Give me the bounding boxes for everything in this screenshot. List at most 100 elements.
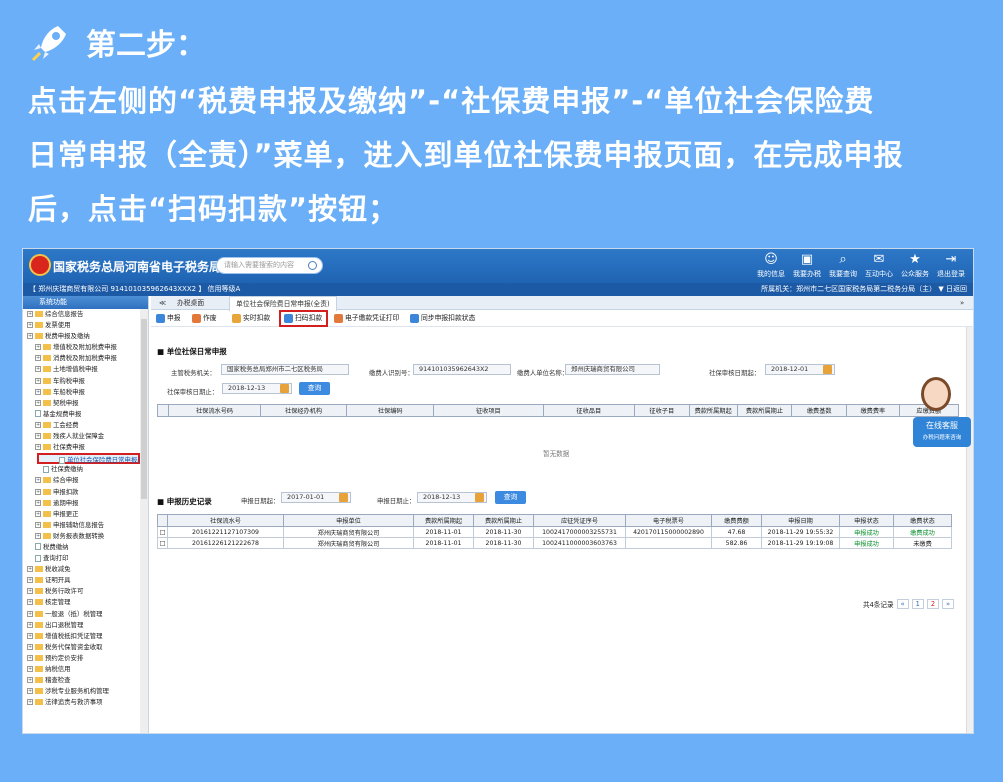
- daily-query-button[interactable]: 查询: [299, 382, 330, 395]
- sidebar-item[interactable]: + 车购税申报: [23, 376, 148, 387]
- sidebar-item[interactable]: 查询打印: [23, 553, 148, 564]
- sidebar-item[interactable]: + 出口退税管理: [23, 620, 148, 631]
- calendar-icon[interactable]: [823, 365, 832, 374]
- office-info[interactable]: 所属机关：郑州市二七区国家税务局第二税务分局（主） ▼ 日返回: [761, 283, 967, 296]
- sidebar-item[interactable]: + 消费税及附加税费申报: [23, 353, 148, 364]
- sidebar-item[interactable]: + 申报辅助信息报告: [23, 520, 148, 531]
- sidebar-item[interactable]: + 社保费申报: [23, 442, 148, 453]
- sidebar-item[interactable]: + 综合申报: [23, 475, 148, 486]
- expand-icon[interactable]: +: [35, 433, 41, 440]
- expand-icon[interactable]: +: [27, 632, 33, 639]
- row-checkbox[interactable]: □: [157, 526, 168, 538]
- expand-icon[interactable]: +: [35, 532, 41, 539]
- expand-icon[interactable]: +: [27, 610, 33, 617]
- expand-icon[interactable]: +: [35, 388, 41, 395]
- sidebar-item[interactable]: + 财务报表数据转换: [23, 531, 148, 542]
- tab-current[interactable]: 单位社会保险费日常申报(全责): [229, 296, 337, 311]
- history-query-button[interactable]: 查询: [495, 491, 526, 504]
- search-icon[interactable]: [308, 261, 317, 270]
- sidebar-item[interactable]: + 契税申报: [23, 398, 148, 409]
- taxpayer-id-field[interactable]: 914101035962643X2: [413, 364, 511, 375]
- scan-deduct-button[interactable]: 扫码扣款: [279, 310, 329, 327]
- expand-icon[interactable]: +: [27, 566, 33, 573]
- scroll-thumb[interactable]: [141, 319, 147, 499]
- row-checkbox[interactable]: □: [157, 537, 168, 549]
- expand-icon[interactable]: +: [35, 488, 41, 495]
- expand-icon[interactable]: +: [35, 377, 41, 384]
- sidebar-item[interactable]: + 税收减免: [23, 564, 148, 575]
- sidebar-item[interactable]: + 一般退（抵）税管理: [23, 609, 148, 620]
- calendar-icon[interactable]: [339, 493, 348, 502]
- sidebar-item[interactable]: + 车船税申报: [23, 387, 148, 398]
- nav-query[interactable]: ⌕ 我要查询: [825, 251, 861, 281]
- sidebar-item[interactable]: + 增值税及附加税费申报: [23, 342, 148, 353]
- table-row[interactable]: □ 20161221127107309 郑州庆瑞商贸有限公司 2018-11-0…: [157, 526, 952, 538]
- expand-icon[interactable]: +: [35, 510, 41, 517]
- sidebar-item[interactable]: + 税费申报及缴纳: [23, 331, 148, 342]
- sidebar-item[interactable]: + 土地增值税申报: [23, 364, 148, 375]
- nav-my-info[interactable]: ☺ 我的信息: [753, 251, 789, 281]
- tax-office-field[interactable]: 国家税务总局郑州市二七区税务局: [221, 364, 349, 375]
- print-voucher-button[interactable]: 电子缴款凭证打印: [333, 312, 399, 325]
- expand-icon[interactable]: +: [35, 521, 41, 528]
- expand-icon[interactable]: +: [27, 577, 33, 584]
- expand-icon[interactable]: +: [35, 366, 41, 373]
- table-row[interactable]: □ 20161226121222678 郑州庆瑞商贸有限公司 2018-11-0…: [157, 537, 952, 549]
- expand-icon[interactable]: +: [35, 444, 41, 451]
- declare-button[interactable]: 申报: [155, 312, 181, 325]
- expand-icon[interactable]: +: [27, 677, 33, 684]
- nav-interact[interactable]: ✉ 互动中心: [861, 251, 897, 281]
- sidebar-item[interactable]: + 逾期申报: [23, 498, 148, 509]
- sidebar-item[interactable]: + 证明开具: [23, 575, 148, 586]
- sync-status-button[interactable]: 同步申报扣款状态: [409, 312, 475, 325]
- select-all-checkbox[interactable]: [157, 514, 168, 527]
- sidebar-item[interactable]: + 核定管理: [23, 597, 148, 608]
- sidebar-item[interactable]: + 增值税抵扣凭证管理: [23, 631, 148, 642]
- sidebar-item[interactable]: + 申报扣款: [23, 487, 148, 498]
- expand-icon[interactable]: +: [27, 654, 33, 661]
- expand-icon[interactable]: +: [27, 311, 33, 317]
- sidebar-item[interactable]: + 稽查检查: [23, 675, 148, 686]
- sidebar-item[interactable]: + 涉税专业服务机构管理: [23, 686, 148, 697]
- expand-icon[interactable]: +: [27, 333, 33, 340]
- tab-nav-back[interactable]: ≪: [153, 296, 172, 310]
- sidebar-item[interactable]: 单位社会保险费日常申报(: [37, 453, 140, 465]
- expand-icon[interactable]: +: [27, 643, 33, 650]
- online-service-widget[interactable]: 在线客服 办税问题来咨询: [913, 377, 973, 457]
- sidebar-item[interactable]: + 发票使用: [23, 320, 148, 331]
- realtime-deduct-button[interactable]: 实时扣款: [231, 312, 270, 325]
- expand-icon[interactable]: +: [35, 399, 41, 406]
- calendar-icon[interactable]: [475, 493, 484, 502]
- void-button[interactable]: 作废: [191, 312, 217, 325]
- expand-icon[interactable]: +: [27, 688, 33, 695]
- online-service-badge[interactable]: 在线客服 办税问题来咨询: [913, 417, 971, 447]
- tab-home[interactable]: 办税桌面: [171, 296, 210, 310]
- expand-icon[interactable]: +: [35, 344, 41, 351]
- sidebar-item[interactable]: + 税务代保管资金收取: [23, 642, 148, 653]
- nav-do-tax[interactable]: ▣ 我要办税: [789, 251, 825, 281]
- sidebar-item[interactable]: + 工会经费: [23, 420, 148, 431]
- nav-logout[interactable]: ⇥ 退出登录: [933, 251, 969, 281]
- sidebar-item[interactable]: 税费缴纳: [23, 542, 148, 553]
- nav-public[interactable]: ★ 公众服务: [897, 251, 933, 281]
- expand-icon[interactable]: +: [27, 599, 33, 606]
- expand-icon[interactable]: +: [35, 477, 41, 484]
- page-1-button[interactable]: 1: [911, 599, 924, 609]
- sidebar-item[interactable]: + 纳税信用: [23, 664, 148, 675]
- search-input[interactable]: 请输入需要搜索的内容: [216, 257, 323, 274]
- expand-icon[interactable]: +: [35, 355, 41, 362]
- calendar-icon[interactable]: [280, 384, 289, 393]
- expand-icon[interactable]: +: [35, 499, 41, 506]
- tab-nav-next[interactable]: »: [954, 296, 970, 310]
- expand-icon[interactable]: +: [27, 322, 33, 329]
- expand-icon[interactable]: +: [27, 666, 33, 672]
- expand-icon[interactable]: +: [35, 421, 41, 428]
- sidebar-item[interactable]: + 申报更正: [23, 509, 148, 520]
- select-all-checkbox[interactable]: [156, 404, 170, 417]
- next-page-button[interactable]: »: [942, 599, 955, 609]
- sidebar-item[interactable]: + 预约定价安排: [23, 653, 148, 664]
- sidebar-item[interactable]: + 法律追责与救济事项: [23, 697, 148, 708]
- sidebar-item[interactable]: + 残疾人就业保障金: [23, 431, 148, 442]
- sidebar-item[interactable]: + 综合信息报告: [23, 309, 148, 320]
- expand-icon[interactable]: +: [27, 699, 33, 706]
